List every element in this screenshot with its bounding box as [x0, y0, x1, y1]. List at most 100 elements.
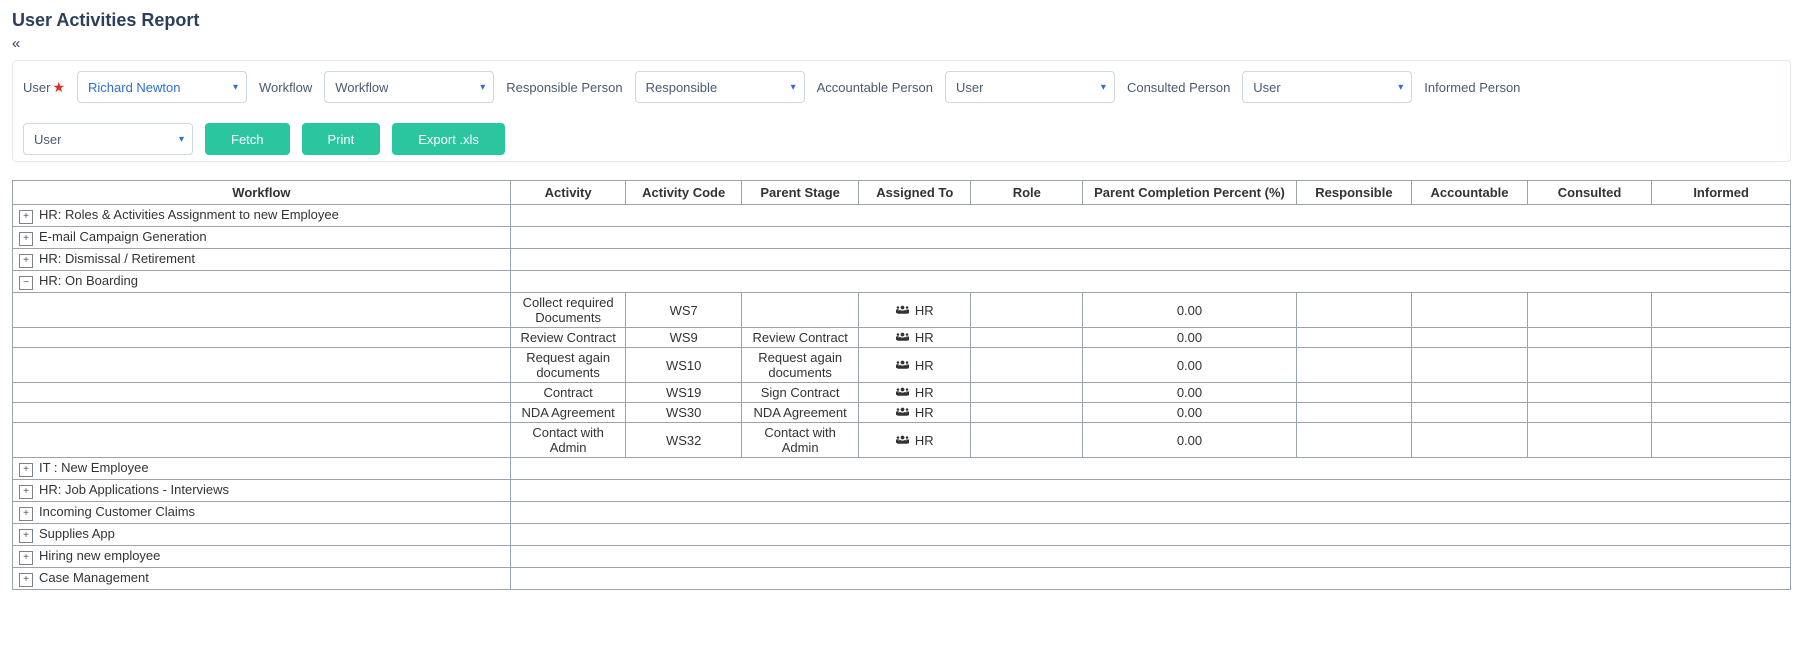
expand-icon[interactable]: +	[19, 573, 33, 587]
group-cell[interactable]: +Incoming Customer Claims	[13, 502, 511, 524]
col-parent-stage[interactable]: Parent Stage	[741, 181, 858, 205]
fetch-button[interactable]: Fetch	[205, 123, 290, 155]
pcp-cell: 0.00	[1083, 348, 1296, 383]
parent-stage-cell: NDA Agreement	[741, 403, 858, 423]
expand-icon[interactable]: +	[19, 210, 33, 224]
assigned-to-text: HR	[915, 303, 934, 318]
workflow-cell	[13, 403, 511, 423]
group-cell[interactable]: + HR: Roles & Activities Assignment to ne…	[13, 205, 511, 227]
workflow-cell	[13, 383, 511, 403]
assigned-to-text: HR	[915, 358, 934, 373]
chevron-down-icon: ▾	[1398, 82, 1403, 93]
users-icon	[896, 405, 909, 420]
expand-icon[interactable]: +	[19, 463, 33, 477]
responsible-select-value: Responsible	[646, 80, 718, 95]
accountable-cell	[1412, 403, 1528, 423]
pcp-cell: 0.00	[1083, 423, 1296, 458]
chevron-down-icon: ▾	[179, 134, 184, 145]
parent-stage-cell: Review Contract	[741, 328, 858, 348]
accountable-cell	[1412, 328, 1528, 348]
print-button[interactable]: Print	[302, 123, 381, 155]
expand-icon[interactable]: +	[19, 551, 33, 565]
col-responsible[interactable]: Responsible	[1296, 181, 1412, 205]
group-cell[interactable]: + Hiring new employee	[13, 546, 511, 568]
col-assigned-to[interactable]: Assigned To	[859, 181, 971, 205]
user-label: User★	[23, 79, 65, 96]
workflow-select[interactable]: Workflow ▾	[324, 71, 494, 103]
export-button[interactable]: Export .xls	[392, 123, 505, 155]
group-cell[interactable]: + E-mail Campaign Generation	[13, 227, 511, 249]
workflow-select-value: Workflow	[335, 80, 388, 95]
activity-code-cell: WS19	[626, 383, 742, 403]
col-pcp[interactable]: Parent Completion Percent (%)	[1083, 181, 1296, 205]
informed-cell	[1652, 328, 1791, 348]
group-row[interactable]: + HR: Roles & Activities Assignment to ne…	[13, 205, 1791, 227]
group-row[interactable]: +HR: Job Applications - Interviews	[13, 480, 1791, 502]
col-activity[interactable]: Activity	[510, 181, 626, 205]
group-cell[interactable]: +HR: Dismissal / Retirement	[13, 249, 511, 271]
expand-icon[interactable]: +	[19, 254, 33, 268]
col-activity-code[interactable]: Activity Code	[626, 181, 742, 205]
expand-icon[interactable]: +	[19, 507, 33, 521]
group-cell[interactable]: +HR: Job Applications - Interviews	[13, 480, 511, 502]
accountable-select[interactable]: User ▾	[945, 71, 1115, 103]
col-role[interactable]: Role	[971, 181, 1083, 205]
activity-cell: Contact with Admin	[510, 423, 626, 458]
role-cell	[971, 423, 1083, 458]
responsible-cell	[1296, 348, 1412, 383]
group-cell[interactable]: + IT : New Employee	[13, 458, 511, 480]
group-row[interactable]: + E-mail Campaign Generation	[13, 227, 1791, 249]
group-row[interactable]: +Supplies App	[13, 524, 1791, 546]
responsible-select[interactable]: Responsible ▾	[635, 71, 805, 103]
assigned-to-cell: HR	[859, 403, 971, 423]
assigned-to-cell: HR	[859, 348, 971, 383]
col-workflow[interactable]: Workflow	[13, 181, 511, 205]
users-icon	[896, 385, 909, 400]
group-row[interactable]: + Hiring new employee	[13, 546, 1791, 568]
expand-icon[interactable]: +	[19, 485, 33, 499]
group-row[interactable]: +HR: Dismissal / Retirement	[13, 249, 1791, 271]
workflow-cell	[13, 348, 511, 383]
group-spacer	[510, 227, 1790, 249]
table-row[interactable]: Collect required DocumentsWS7HR0.00	[13, 293, 1791, 328]
collapse-panel-icon[interactable]: «	[12, 35, 20, 52]
group-row[interactable]: + IT : New Employee	[13, 458, 1791, 480]
user-select-value: Richard Newton	[88, 80, 181, 95]
table-row[interactable]: Request again documentsWS10Request again…	[13, 348, 1791, 383]
group-label: IT : New Employee	[39, 460, 149, 475]
table-row[interactable]: Review ContractWS9Review ContractHR0.00	[13, 328, 1791, 348]
group-label: E-mail Campaign Generation	[39, 229, 207, 244]
role-cell	[971, 403, 1083, 423]
group-cell[interactable]: −HR: On Boarding	[13, 271, 511, 293]
assigned-to-text: HR	[915, 330, 934, 345]
table-row[interactable]: ContractWS19Sign ContractHR0.00	[13, 383, 1791, 403]
informed-cell	[1652, 383, 1791, 403]
group-label: Hiring new employee	[39, 548, 160, 563]
group-row[interactable]: +Incoming Customer Claims	[13, 502, 1791, 524]
group-label: HR: Roles & Activities Assignment to new…	[39, 207, 339, 222]
responsible-label: Responsible Person	[506, 80, 622, 95]
table-row[interactable]: NDA AgreementWS30NDA AgreementHR0.00	[13, 403, 1791, 423]
activity-cell: Collect required Documents	[510, 293, 626, 328]
consulted-select[interactable]: User ▾	[1242, 71, 1412, 103]
role-cell	[971, 348, 1083, 383]
user-select[interactable]: Richard Newton ▾	[77, 71, 247, 103]
users-icon	[896, 303, 909, 318]
expand-icon[interactable]: +	[19, 232, 33, 246]
group-row[interactable]: +Case Management	[13, 568, 1791, 590]
collapse-icon[interactable]: −	[19, 276, 33, 290]
col-accountable[interactable]: Accountable	[1412, 181, 1528, 205]
assigned-to-value: HR	[896, 303, 934, 318]
group-row[interactable]: −HR: On Boarding	[13, 271, 1791, 293]
col-informed[interactable]: Informed	[1652, 181, 1791, 205]
informed-select[interactable]: User ▾	[23, 123, 193, 155]
assigned-to-cell: HR	[859, 383, 971, 403]
col-consulted[interactable]: Consulted	[1527, 181, 1651, 205]
responsible-cell	[1296, 403, 1412, 423]
consulted-cell	[1527, 348, 1651, 383]
group-cell[interactable]: +Supplies App	[13, 524, 511, 546]
expand-icon[interactable]: +	[19, 529, 33, 543]
table-row[interactable]: Contact with AdminWS32Contact with Admin…	[13, 423, 1791, 458]
role-cell	[971, 293, 1083, 328]
group-cell[interactable]: +Case Management	[13, 568, 511, 590]
